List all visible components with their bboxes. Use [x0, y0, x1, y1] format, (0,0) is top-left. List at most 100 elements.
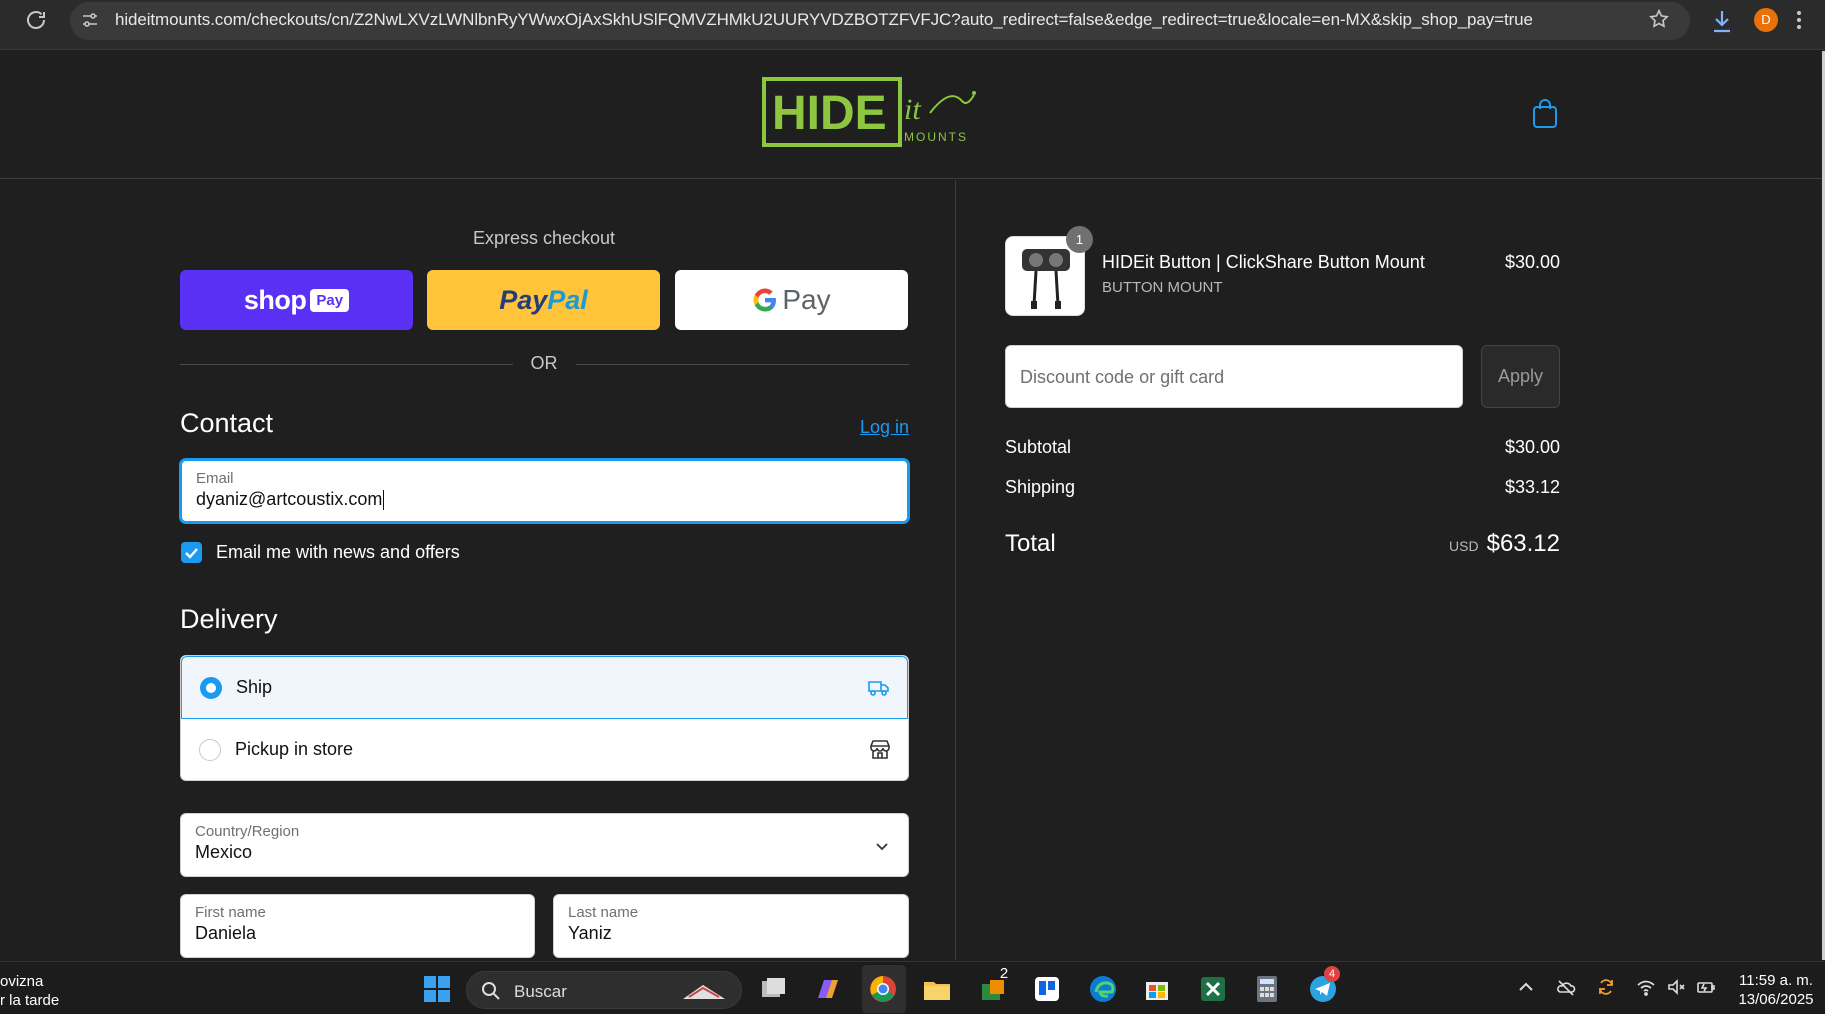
weather-widget[interactable]: ovizna r la tarde: [0, 972, 59, 1010]
contact-title: Contact: [180, 408, 274, 438]
shipping-value: $33.12: [1504, 477, 1560, 497]
truck-icon: [868, 681, 889, 696]
total-label: Total: [1005, 530, 1056, 557]
shipping-label: Shipping: [1005, 477, 1076, 497]
google-g-icon: [753, 288, 777, 312]
search-label: Buscar: [514, 982, 567, 1001]
paypal-button[interactable]: PayPal: [427, 270, 660, 330]
text-caret: [383, 490, 385, 511]
shop-pay-tag: Pay: [310, 288, 350, 312]
chevron-down-icon: [876, 843, 888, 851]
checkmark-icon: [185, 548, 198, 559]
email-value[interactable]: dyaniz@artcoustix.com: [196, 489, 385, 511]
product-name: HIDEit Button | ClickShare Button Mount: [1102, 252, 1425, 272]
or-divider-label: OR: [530, 353, 558, 373]
ship-label: Ship: [236, 677, 273, 697]
download-icon[interactable]: [1710, 8, 1734, 34]
system-clock[interactable]: 11:59 a. m. 13/06/2025: [1736, 971, 1816, 1009]
hideit-mounts-logo[interactable]: HIDE it MOUNTS: [762, 77, 982, 149]
sync-icon[interactable]: [1596, 977, 1616, 997]
country-label: Country/Region: [195, 823, 300, 840]
newsletter-label[interactable]: Email me with news and offers: [216, 542, 460, 563]
quantity-badge: 1: [1066, 226, 1093, 253]
shipping-row: Shipping $33.12: [1005, 477, 1560, 498]
country-value: Mexico: [195, 842, 253, 862]
apply-discount-button[interactable]: Apply: [1481, 345, 1560, 408]
subtotal-row: Subtotal $30.00: [1005, 437, 1560, 458]
file-explorer-icon[interactable]: [922, 974, 952, 1004]
delivery-title: Delivery: [180, 604, 278, 634]
search-icon: [482, 982, 500, 1000]
last-name-field[interactable]: Last name Yaniz: [553, 894, 909, 958]
excel-icon[interactable]: [1198, 974, 1228, 1004]
checkout-header: HIDE it MOUNTS: [0, 51, 1825, 179]
windows-start-icon[interactable]: [422, 974, 452, 1004]
shop-pay-word: shop: [243, 284, 307, 315]
wifi-icon[interactable]: [1636, 977, 1656, 997]
column-divider: [955, 180, 956, 960]
chrome-icon[interactable]: [868, 974, 898, 1004]
volume-muted-icon[interactable]: [1666, 977, 1686, 997]
trello-icon[interactable]: [1032, 974, 1062, 1004]
search-highlight-icon: [683, 985, 725, 999]
store-icon: [870, 740, 890, 759]
google-pay-button[interactable]: Pay: [675, 270, 908, 330]
ship-radio[interactable]: [200, 677, 222, 699]
logo-script: it: [904, 93, 921, 126]
express-checkout-title: Express checkout: [472, 228, 616, 248]
shopping-bag-icon[interactable]: [1530, 97, 1560, 129]
subtotal-label: Subtotal: [1005, 437, 1072, 457]
shop-pay-button[interactable]: shop Pay: [180, 270, 413, 330]
reload-icon[interactable]: [24, 8, 48, 32]
or-divider-right: [576, 364, 909, 365]
profile-avatar[interactable]: D: [1754, 8, 1778, 32]
newsletter-checkbox[interactable]: [181, 542, 202, 563]
login-link[interactable]: Log in: [860, 417, 909, 438]
checkout-page: HIDE it MOUNTS Express checkout shop Pay…: [0, 51, 1825, 960]
last-name-label: Last name: [568, 904, 639, 921]
paypal-pal: Pal: [547, 284, 588, 315]
taskbar: ovizna r la tarde Buscar 2 4 11:59 a. m.…: [0, 961, 1825, 1014]
taskbar-search[interactable]: Buscar: [466, 971, 742, 1009]
last-name-value: Yaniz: [568, 923, 612, 943]
telegram-badge: 4: [1324, 966, 1340, 982]
calculator-icon[interactable]: [1252, 974, 1282, 1004]
battery-icon[interactable]: [1696, 977, 1716, 997]
email-field[interactable]: Email dyaniz@artcoustix.com: [180, 459, 909, 523]
discount-input[interactable]: Discount code or gift card: [1005, 345, 1463, 408]
copilot-icon[interactable]: [812, 974, 842, 1004]
first-name-value: Daniela: [195, 923, 257, 943]
logo-word: HIDE: [772, 87, 887, 140]
tray-overflow-chevron-icon[interactable]: [1516, 977, 1536, 997]
paypal-logo: PayPal: [499, 285, 588, 316]
paypal-pay: Pay: [499, 284, 548, 315]
clock-time: 11:59 a. m.: [1739, 972, 1813, 989]
delivery-method-group: Ship Pickup in store: [180, 655, 909, 781]
site-info-icon[interactable]: [80, 10, 100, 30]
edge-icon[interactable]: [1088, 974, 1118, 1004]
task-view-icon[interactable]: [758, 974, 788, 1004]
onedrive-off-icon[interactable]: [1556, 977, 1576, 997]
product-price: $30.00: [1504, 252, 1560, 272]
product-variant: BUTTON MOUNT: [1102, 279, 1223, 296]
logo-sub: MOUNTS: [904, 130, 968, 144]
pickup-label: Pickup in store: [235, 739, 354, 759]
delivery-option-ship[interactable]: Ship: [181, 656, 908, 719]
first-name-label: First name: [195, 904, 266, 921]
total-row: Total USD $63.12: [1005, 530, 1560, 558]
app-badge: 2: [999, 965, 1009, 982]
pickup-radio[interactable]: [199, 739, 221, 761]
first-name-field[interactable]: First name Daniela: [180, 894, 535, 958]
clock-date: 13/06/2025: [1738, 991, 1814, 1008]
discount-placeholder: Discount code or gift card: [1020, 367, 1225, 387]
total-amount: $63.12: [1486, 530, 1560, 557]
subtotal-value: $30.00: [1504, 437, 1560, 457]
gpay-word: Pay: [782, 284, 831, 315]
delivery-option-pickup[interactable]: Pickup in store: [181, 719, 908, 780]
browser-toolbar: hideitmounts.com/checkouts/cn/Z2NwLXVzLW…: [0, 0, 1825, 50]
country-select[interactable]: Country/Region Mexico: [180, 813, 909, 877]
browser-menu-icon[interactable]: [1795, 8, 1803, 32]
bookmark-star-icon[interactable]: [1648, 8, 1670, 30]
url-text[interactable]: hideitmounts.com/checkouts/cn/Z2NwLXVzLW…: [115, 10, 1533, 30]
store-app-icon[interactable]: [1142, 974, 1172, 1004]
